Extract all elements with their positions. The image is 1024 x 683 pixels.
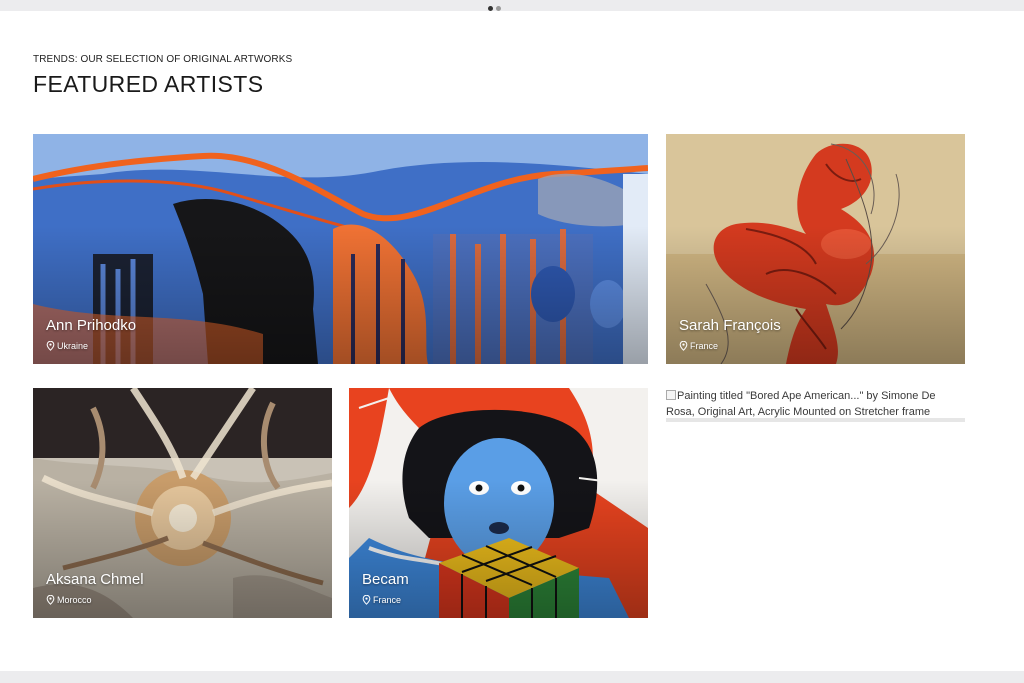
bottom-gray-strip xyxy=(0,671,1024,683)
artist-name: Aksana Chmel xyxy=(46,571,144,588)
carousel-dot-active[interactable] xyxy=(488,6,493,11)
artist-card-ann-prihodko[interactable]: Ann Prihodko Ukraine xyxy=(33,134,648,364)
section-title: FEATURED ARTISTS xyxy=(33,71,264,97)
artist-location: France xyxy=(362,595,401,605)
map-pin-icon xyxy=(46,595,55,605)
artist-location: Ukraine xyxy=(46,341,88,351)
carousel-dots[interactable] xyxy=(488,6,501,11)
artist-name: Ann Prihodko xyxy=(46,317,137,334)
artist-location: Morocco xyxy=(46,595,92,605)
map-pin-icon xyxy=(46,341,55,351)
map-pin-icon xyxy=(362,595,371,605)
section-eyebrow: TRENDS: OUR SELECTION OF ORIGINAL ARTWOR… xyxy=(33,54,293,65)
artist-location-text: Morocco xyxy=(57,595,92,605)
carousel-dot[interactable] xyxy=(496,6,501,11)
artwork-image-broken[interactable]: Painting titled "Bored Ape American..." … xyxy=(666,388,965,422)
image-overlay xyxy=(33,226,648,364)
artist-card-becam[interactable]: Becam France xyxy=(349,388,648,618)
broken-image-alt-text: Painting titled "Bored Ape American..." … xyxy=(666,390,936,418)
artist-location-text: Ukraine xyxy=(57,341,89,351)
top-gray-strip xyxy=(0,0,1024,11)
artist-card-sarah-francois[interactable]: Sarah François France xyxy=(666,134,965,364)
artist-name: Becam xyxy=(362,571,409,588)
artist-location-text: France xyxy=(690,341,719,351)
artist-name: Sarah François xyxy=(679,317,781,334)
artist-card-aksana-chmel[interactable]: Aksana Chmel Morocco xyxy=(33,388,332,618)
broken-image-icon xyxy=(666,390,676,400)
map-pin-icon xyxy=(679,341,688,351)
artist-location: France xyxy=(679,341,718,351)
artist-location-text: France xyxy=(373,595,402,605)
